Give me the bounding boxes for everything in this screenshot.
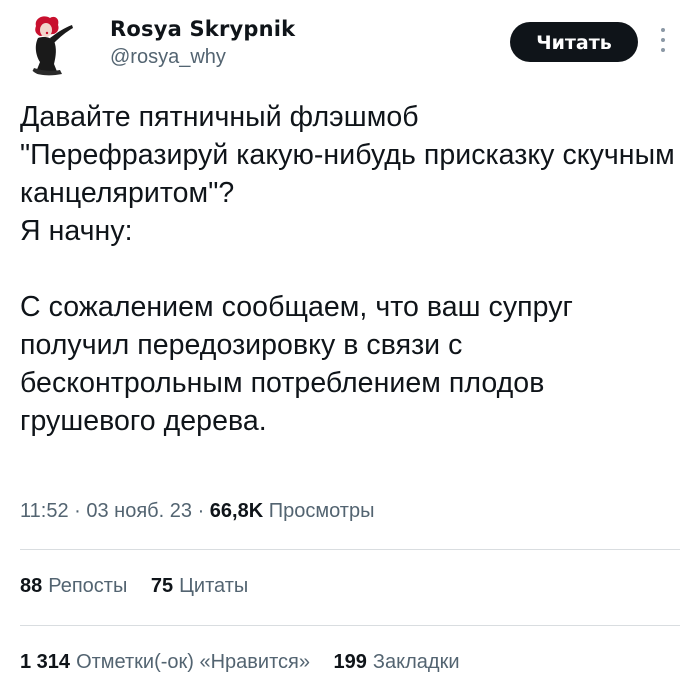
- views-count: 66,8K: [209, 500, 264, 522]
- quotes-label: Цитаты: [179, 575, 249, 597]
- reposts-label: Репосты: [48, 575, 128, 597]
- meta-separator: ·: [197, 500, 205, 522]
- tweet-meta: 11:52 · 03 нояб. 23 · 66,8K Просмотры: [20, 496, 374, 526]
- tweet-time[interactable]: 11:52: [20, 500, 69, 522]
- divider: [20, 549, 680, 550]
- author-handle[interactable]: @rosya_why: [110, 45, 295, 69]
- woman-silhouette-avatar-icon: [20, 12, 86, 78]
- more-vertical-icon[interactable]: [658, 28, 668, 58]
- bookmarks-stat[interactable]: 199 Закладки: [334, 647, 460, 677]
- likes-stat[interactable]: 1 314 Отметки(-ок) «Нравится»: [20, 647, 310, 677]
- likes-label: Отметки(-ок) «Нравится»: [76, 651, 310, 673]
- likes-count: 1 314: [20, 651, 71, 673]
- quotes-stat[interactable]: 75 Цитаты: [151, 571, 248, 601]
- reposts-count: 88: [20, 575, 43, 597]
- avatar[interactable]: [20, 12, 86, 78]
- bookmarks-label: Закладки: [372, 651, 460, 673]
- author-info: Rosya Skrypnik @rosya_why: [110, 16, 295, 69]
- reposts-stat[interactable]: 88 Репосты: [20, 571, 127, 601]
- quotes-count: 75: [150, 575, 174, 597]
- divider: [20, 625, 680, 626]
- views-label: Просмотры: [268, 500, 375, 522]
- stats-row-likes: 1 314 Отметки(-ок) «Нравится» 199 Закладки: [20, 647, 477, 677]
- tweet-header: Rosya Skrypnik @rosya_why Читать: [20, 10, 680, 80]
- stats-row-reposts: 88 Репосты 75 Цитаты: [20, 571, 266, 601]
- author-display-name[interactable]: Rosya Skrypnik: [110, 16, 295, 42]
- follow-button[interactable]: Читать: [510, 22, 638, 62]
- bookmarks-count: 199: [333, 651, 367, 673]
- meta-separator: ·: [74, 500, 81, 522]
- tweet-date[interactable]: 03 нояб. 23: [86, 500, 192, 522]
- tweet-text: Давайте пятничный флэшмоб "Перефразируй …: [20, 101, 675, 437]
- tweet-card: Rosya Skrypnik @rosya_why Читать Давайте…: [0, 0, 700, 699]
